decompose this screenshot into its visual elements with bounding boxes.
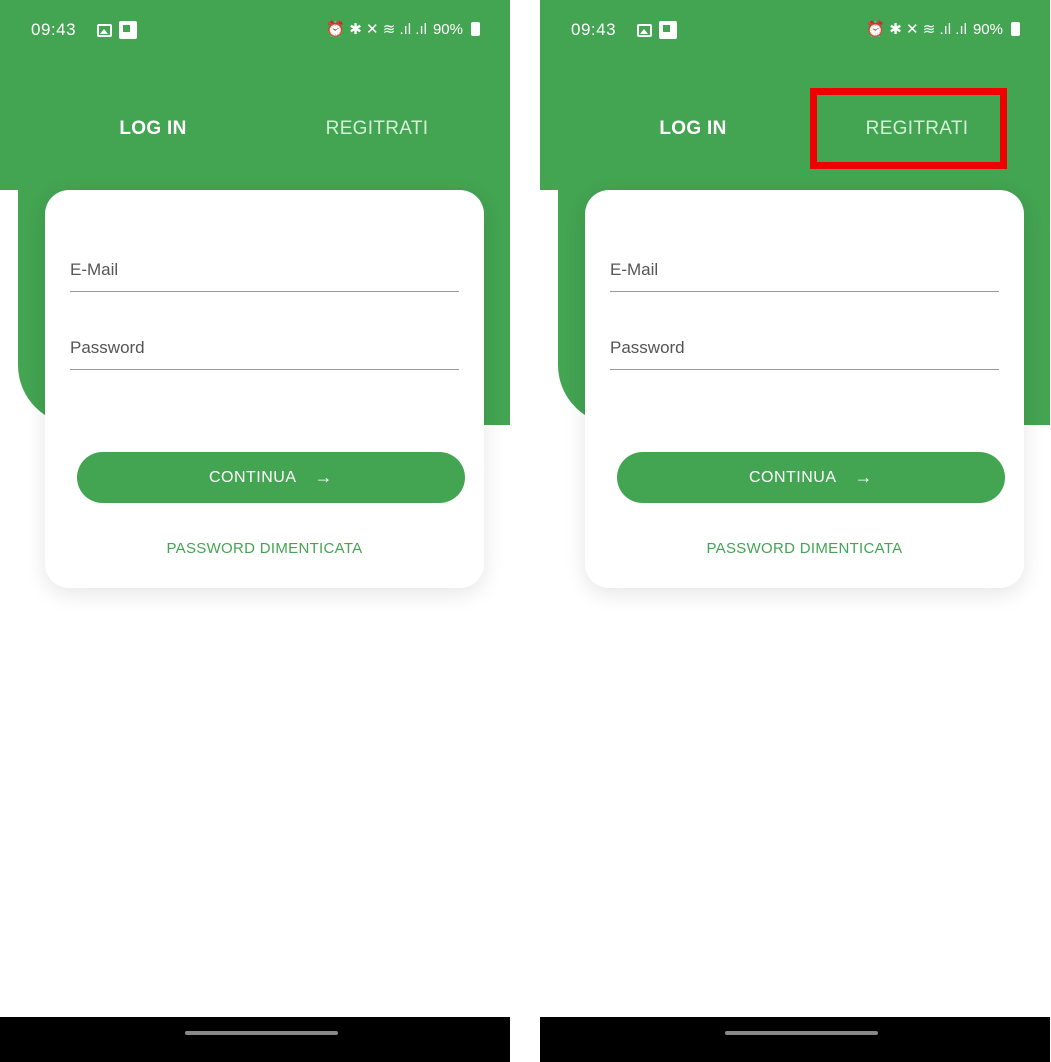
app-notification-icon — [659, 21, 677, 39]
gallery-icon — [97, 24, 112, 37]
email-field[interactable]: E-Mail — [610, 260, 999, 292]
status-bar: 09:43 ⏰ ✱ ✕ ≋ .ıl .ıl 90% — [0, 0, 510, 62]
home-handle[interactable] — [725, 1031, 878, 1035]
forgot-password-link[interactable]: PASSWORD DIMENTICATA — [585, 540, 1024, 557]
forgot-password-link[interactable]: PASSWORD DIMENTICATA — [45, 540, 484, 557]
home-handle[interactable] — [185, 1031, 338, 1035]
status-icons: ⏰ ✱ ✕ ≋ .ıl .ıl — [326, 21, 427, 38]
arrow-right-icon: → — [854, 467, 874, 487]
status-indicators: ⏰ ✱ ✕ ≋ .ıl .ıl 90% — [326, 20, 480, 38]
battery-icon — [1011, 22, 1020, 36]
continue-button[interactable]: CONTINUA → — [617, 452, 1005, 503]
email-placeholder: E-Mail — [610, 260, 659, 279]
password-underline — [610, 369, 999, 370]
battery-percent: 90% — [972, 20, 1003, 38]
gallery-icon — [637, 24, 652, 37]
continue-label: CONTINUA — [748, 468, 837, 486]
continue-label: CONTINUA — [208, 468, 297, 486]
highlight-box-register — [810, 88, 1007, 169]
password-field[interactable]: Password — [70, 338, 459, 370]
phone-screen-left: 09:43 ⏰ ✱ ✕ ≋ .ıl .ıl 90% LOG IN REGITRA… — [0, 0, 510, 1062]
tab-login[interactable]: LOG IN — [593, 118, 793, 140]
password-field[interactable]: Password — [610, 338, 999, 370]
status-time: 09:43 — [31, 20, 77, 39]
status-indicators: ⏰ ✱ ✕ ≋ .ıl .ıl 90% — [866, 20, 1020, 38]
status-bar: 09:43 ⏰ ✱ ✕ ≋ .ıl .ıl 90% — [540, 0, 1050, 62]
tab-register[interactable]: REGITRATI — [277, 118, 477, 140]
password-placeholder: Password — [70, 338, 145, 357]
navigation-bar — [0, 1017, 510, 1062]
battery-percent: 90% — [432, 20, 463, 38]
tab-login[interactable]: LOG IN — [53, 118, 253, 140]
password-placeholder: Password — [610, 338, 685, 357]
battery-icon — [471, 22, 480, 36]
status-icons: ⏰ ✱ ✕ ≋ .ıl .ıl — [866, 21, 967, 38]
login-card: E-Mail Password CONTINUA → PASSWORD DIME… — [45, 190, 484, 588]
email-underline — [70, 291, 459, 292]
phone-screen-right: 09:43 ⏰ ✱ ✕ ≋ .ıl .ıl 90% LOG IN REGITRA… — [540, 0, 1050, 1062]
login-card: E-Mail Password CONTINUA → PASSWORD DIME… — [585, 190, 1024, 588]
password-underline — [70, 369, 459, 370]
email-placeholder: E-Mail — [70, 260, 119, 279]
arrow-right-icon: → — [314, 467, 334, 487]
email-underline — [610, 291, 999, 292]
email-field[interactable]: E-Mail — [70, 260, 459, 292]
app-notification-icon — [119, 21, 137, 39]
continue-button[interactable]: CONTINUA → — [77, 452, 465, 503]
status-time: 09:43 — [571, 20, 617, 39]
navigation-bar — [540, 1017, 1050, 1062]
